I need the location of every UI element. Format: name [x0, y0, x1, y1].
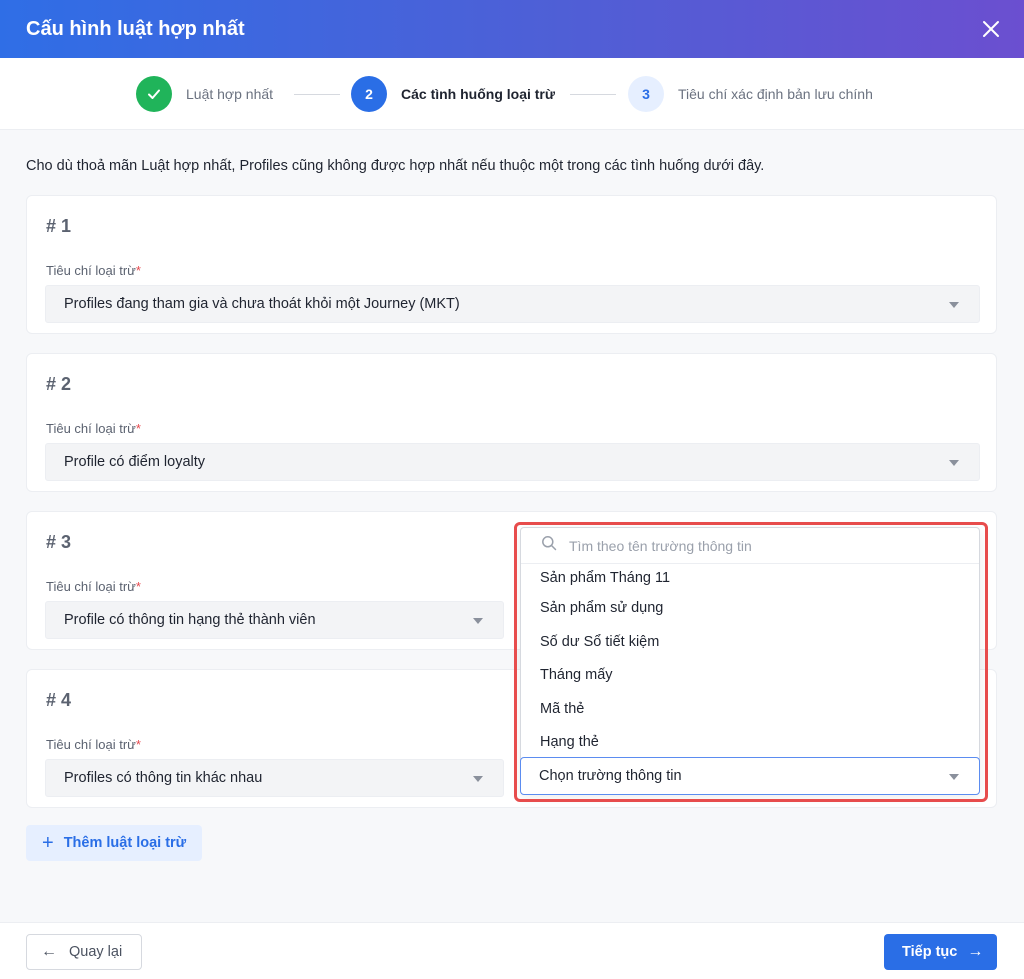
- rule-number: # 3: [46, 532, 72, 552]
- modal-footer: ← Quay lại Tiếp tục →: [0, 922, 1024, 979]
- modal-body: Cho dù thoả mãn Luật hợp nhất, Profiles …: [0, 130, 1024, 922]
- select-value: Profile có điểm loyalty: [64, 454, 206, 470]
- caret-down-icon: [949, 460, 959, 466]
- add-exclusion-rule-button[interactable]: + Thêm luật loại trừ: [26, 825, 202, 861]
- rule-number: # 1: [46, 216, 72, 236]
- search-icon: [541, 535, 557, 556]
- step-number: 3: [628, 76, 664, 112]
- select-value: Profiles có thông tin khác nhau: [64, 770, 263, 786]
- field-label: Tiêu chí loại trừ*: [46, 263, 141, 278]
- field-label-text: Tiêu chí loại trừ: [46, 579, 136, 594]
- caret-down-icon: [473, 776, 483, 782]
- search-input[interactable]: [569, 537, 949, 554]
- dropdown-search: [521, 528, 979, 564]
- rule-number: # 4: [46, 690, 72, 710]
- caret-down-icon: [949, 302, 959, 308]
- step-connector: [294, 94, 340, 95]
- stepper: Luật hợp nhất 2 Các tình huống loại trừ …: [0, 58, 1024, 130]
- step-exclusion-cases[interactable]: 2 Các tình huống loại trừ: [351, 76, 555, 112]
- arrow-left-icon: ←: [41, 943, 57, 960]
- plus-icon: +: [42, 832, 54, 854]
- step-number: 2: [351, 76, 387, 112]
- field-label: Tiêu chí loại trừ*: [46, 579, 141, 594]
- continue-button-label: Tiếp tục: [902, 944, 958, 960]
- step-label: Tiêu chí xác định bản lưu chính: [678, 86, 873, 102]
- back-button[interactable]: ← Quay lại: [26, 934, 142, 970]
- arrow-right-icon: →: [967, 943, 984, 960]
- exclusion-rule-card: # 1 Tiêu chí loại trừ* Profiles đang tha…: [26, 195, 997, 334]
- select-value: Profiles đang tham gia và chưa thoát khỏ…: [64, 296, 460, 312]
- exclusion-rule-card: # 2 Tiêu chí loại trừ* Profile có điểm l…: [26, 353, 997, 492]
- field-label: Tiêu chí loại trừ*: [46, 421, 141, 436]
- exclusion-criteria-select[interactable]: Profiles đang tham gia và chưa thoát khỏ…: [45, 285, 980, 323]
- dropdown-option[interactable]: Sản phẩm sử dụng: [521, 592, 979, 624]
- dropdown-option[interactable]: Tháng mấy: [521, 659, 979, 691]
- step-master-record-criteria[interactable]: 3 Tiêu chí xác định bản lưu chính: [628, 76, 873, 112]
- required-mark: *: [135, 263, 141, 278]
- required-mark: *: [135, 579, 141, 594]
- dropdown-option[interactable]: Số dư Sổ tiết kiệm: [521, 626, 979, 658]
- field-dropdown-panel: Sản phẩm Tháng 11 Sản phẩm sử dụng Số dư…: [520, 527, 980, 793]
- field-label-text: Tiêu chí loại trừ: [46, 263, 136, 278]
- field-select-trigger[interactable]: Chọn trường thông tin: [520, 757, 980, 795]
- select-value: Profile có thông tin hạng thẻ thành viên: [64, 612, 316, 628]
- select-placeholder: Chọn trường thông tin: [539, 768, 682, 784]
- continue-button[interactable]: Tiếp tục →: [884, 934, 997, 970]
- field-label-text: Tiêu chí loại trừ: [46, 421, 136, 436]
- dropdown-option[interactable]: Mã thẻ: [521, 693, 979, 725]
- close-icon[interactable]: [978, 16, 1004, 42]
- required-mark: *: [135, 737, 141, 752]
- intro-text: Cho dù thoả mãn Luật hợp nhất, Profiles …: [26, 158, 765, 174]
- dropdown-option[interactable]: Hạng thẻ: [521, 726, 979, 758]
- step-merge-rule[interactable]: Luật hợp nhất: [136, 76, 273, 112]
- add-button-label: Thêm luật loại trừ: [63, 835, 187, 851]
- back-button-label: Quay lại: [69, 944, 123, 960]
- field-label-text: Tiêu chí loại trừ: [46, 737, 136, 752]
- step-label: Luật hợp nhất: [186, 86, 274, 102]
- step-label: Các tình huống loại trừ: [401, 86, 556, 102]
- exclusion-criteria-select[interactable]: Profiles có thông tin khác nhau: [45, 759, 504, 797]
- rule-number: # 2: [46, 374, 72, 394]
- step-connector: [570, 94, 616, 95]
- field-label: Tiêu chí loại trừ*: [46, 737, 141, 752]
- caret-down-icon: [949, 774, 959, 780]
- modal-title: Cấu hình luật hợp nhất: [26, 17, 245, 40]
- exclusion-criteria-select[interactable]: Profile có thông tin hạng thẻ thành viên: [45, 601, 504, 639]
- check-icon: [136, 76, 172, 112]
- dropdown-option[interactable]: Sản phẩm Tháng 11: [521, 562, 979, 594]
- caret-down-icon: [473, 618, 483, 624]
- exclusion-criteria-select[interactable]: Profile có điểm loyalty: [45, 443, 980, 481]
- modal-header: Cấu hình luật hợp nhất: [0, 0, 1024, 58]
- required-mark: *: [135, 421, 141, 436]
